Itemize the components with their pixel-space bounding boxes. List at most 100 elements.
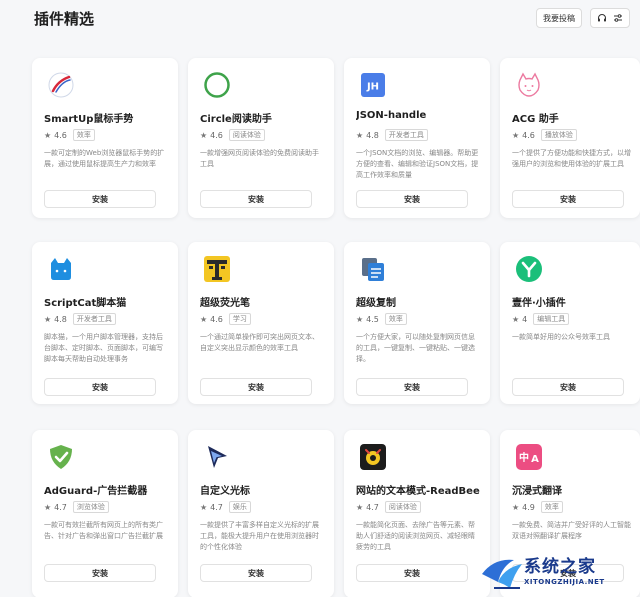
plugin-tag: 阅读体验 — [384, 501, 421, 513]
plugin-description: 一个JSON文档的浏览、编辑器。帮助更方便的查看、编辑和验证JSON文档，提高工… — [356, 149, 479, 179]
install-button[interactable]: 安装 — [44, 378, 156, 396]
plugin-meta: ★ 4.8 开发者工具 — [356, 129, 428, 141]
plugin-description: 一款能简化页面、去除广告等元素、帮助人们舒适的阅读浏览网页、减轻眼睛疲劳的工具 — [356, 521, 475, 551]
plugin-meta: ★ 4.7 阅读体验 — [356, 501, 421, 513]
plugin-description: 一个方便大家，可以随处复制网页信息的工具，一键复制、一键粘贴、一键选择。 — [356, 333, 475, 363]
page-title: 插件精选 — [34, 10, 95, 28]
plugin-card[interactable]: 网站的文本模式-ReadBee ★ 4.7 阅读体验 一款能简化页面、去除广告等… — [344, 430, 490, 597]
star-icon: ★ — [44, 502, 52, 512]
plugin-description: 一款可定制的Web浏览器鼠标手势的扩展，通过使用鼠标提高生产力和效率 — [44, 149, 165, 168]
install-button[interactable]: 安装 — [356, 378, 468, 396]
plugin-meta: ★ 4.6 阅读体验 — [200, 129, 265, 141]
plugin-name: ScriptCat脚本猫 — [44, 298, 127, 309]
cat-outline-icon — [514, 70, 544, 100]
cursor-icon — [202, 442, 232, 472]
smartup-icon — [46, 70, 76, 100]
plugin-tag: 阅读体验 — [228, 129, 265, 141]
plugin-meta: ★ 4.7 娱乐 — [200, 501, 251, 513]
headset-icon[interactable] — [597, 13, 607, 23]
plugin-meta: ★ 4.8 开发者工具 — [44, 313, 116, 325]
plugin-tag: 播放体验 — [540, 129, 577, 141]
plugin-description: 一款增强网页阅读体验的免费阅读助手工具 — [200, 149, 319, 168]
header-icon-group — [590, 8, 630, 28]
translate-icon: 中A — [514, 442, 544, 472]
install-button[interactable]: 安装 — [356, 190, 468, 208]
plugin-name: 网站的文本模式-ReadBee — [356, 486, 480, 497]
watermark-text: 系统之家 XITONGZHIJIA.NET — [524, 552, 605, 586]
plugin-tag: 编辑工具 — [533, 313, 570, 325]
shield-check-icon — [46, 442, 76, 472]
plugin-description: 一款可有效拦截所有网页上的所有类广告、针对广告和弹出窗口广告拦截扩展 — [44, 521, 163, 540]
plugin-card[interactable]: JH JSON-handle ★ 4.8 开发者工具 一个JSON文档的浏览、编… — [344, 58, 490, 218]
plugin-card[interactable]: 自定义光标 ★ 4.7 娱乐 一款提供了丰富多样自定义光标的扩展工具，能极大提升… — [188, 430, 334, 597]
watermark-main: 系统之家 — [524, 557, 596, 577]
star-icon: ★ — [200, 502, 208, 512]
plugin-name: 超级荧光笔 — [200, 298, 250, 309]
star-icon: ★ — [512, 314, 520, 324]
plugin-rating: 4.9 — [522, 502, 535, 512]
highlighter-icon — [202, 254, 232, 284]
plugin-description: 一款免费、简洁并广受好评的人工智能双语对照翻译扩展程序 — [512, 521, 631, 540]
star-icon: ★ — [512, 502, 520, 512]
plugin-name: AdGuard-广告拦截器 — [44, 486, 148, 497]
watermark-logo-icon — [482, 559, 522, 589]
plugin-name: 超级复制 — [356, 298, 396, 309]
star-icon: ★ — [356, 314, 364, 324]
plugin-tag: 浏览体验 — [72, 501, 109, 513]
install-button[interactable]: 安装 — [200, 564, 312, 582]
star-icon: ★ — [512, 130, 520, 140]
plugin-rating: 4.6 — [210, 314, 223, 324]
plugin-description: 一款提供了丰富多样自定义光标的扩展工具，能极大提升用户在使用浏览器时的个性化体验 — [200, 521, 319, 551]
plugin-rating: 4.8 — [54, 314, 67, 324]
plugin-card[interactable]: ACG 助手 ★ 4.6 播放体验 一个提供了方便功能和快捷方式，以增强用户的浏… — [500, 58, 640, 218]
header: 插件精选 我要投稿 — [0, 0, 640, 40]
plugin-rating: 4.7 — [210, 502, 223, 512]
install-button[interactable]: 安装 — [356, 564, 468, 582]
plugin-rating: 4.7 — [54, 502, 67, 512]
plugin-name: 自定义光标 — [200, 486, 250, 497]
plugin-name: JSON-handle — [356, 110, 427, 121]
star-icon: ★ — [356, 130, 364, 140]
plugin-tag: 效率 — [540, 501, 563, 513]
svg-text:中: 中 — [519, 451, 529, 464]
copy-icon — [358, 254, 388, 284]
install-button[interactable]: 安装 — [200, 378, 312, 396]
plugin-card[interactable]: SmartUp鼠标手势 ★ 4.6 效率 一款可定制的Web浏览器鼠标手势的扩展… — [32, 58, 178, 218]
plugin-card[interactable]: AdGuard-广告拦截器 ★ 4.7 浏览体验 一款可有效拦截所有网页上的所有… — [32, 430, 178, 597]
readbee-icon — [358, 442, 388, 472]
plugin-rating: 4.6 — [522, 130, 535, 140]
plugin-card[interactable]: 壹伴·小插件 ★ 4 编辑工具 一款简单好用的公众号效率工具 安装 — [500, 242, 640, 404]
plugin-card[interactable]: ScriptCat脚本猫 ★ 4.8 开发者工具 脚本猫，一个用户脚本管理器，支… — [32, 242, 178, 404]
plugin-meta: ★ 4.7 浏览体验 — [44, 501, 109, 513]
settings-sliders-icon[interactable] — [613, 13, 623, 23]
plugin-tag: 学习 — [228, 313, 251, 325]
star-icon: ★ — [356, 502, 364, 512]
submit-plugin-button[interactable]: 我要投稿 — [536, 8, 582, 28]
plugin-card[interactable]: Circle阅读助手 ★ 4.6 阅读体验 一款增强网页阅读体验的免费阅读助手工… — [188, 58, 334, 218]
install-button[interactable]: 安装 — [512, 378, 624, 396]
plugin-card[interactable]: 超级复制 ★ 4.5 效率 一个方便大家，可以随处复制网页信息的工具，一键复制、… — [344, 242, 490, 404]
plugin-tag: 开发者工具 — [72, 313, 116, 325]
plugin-rating: 4 — [522, 314, 528, 324]
install-button[interactable]: 安装 — [44, 564, 156, 582]
plugin-meta: ★ 4.5 效率 — [356, 313, 407, 325]
plugin-name: 壹伴·小插件 — [512, 298, 566, 309]
star-icon: ★ — [44, 314, 52, 324]
plugin-rating: 4.8 — [366, 130, 379, 140]
plugin-name: Circle阅读助手 — [200, 114, 272, 125]
star-icon: ★ — [200, 314, 208, 324]
svg-text:A: A — [531, 454, 539, 465]
plugin-tag: 效率 — [384, 313, 407, 325]
install-button[interactable]: 安装 — [512, 190, 624, 208]
install-button[interactable]: 安装 — [200, 190, 312, 208]
plugin-meta: ★ 4.6 播放体验 — [512, 129, 577, 141]
plugin-description: 脚本猫，一个用户脚本管理器，支持后台脚本、定时脚本、页面脚本，可编写脚本每天帮助… — [44, 333, 163, 363]
plugin-card[interactable]: 超级荧光笔 ★ 4.6 学习 一个通过简单操作即可突出网页文本、自定义突出显示颜… — [188, 242, 334, 404]
plugin-rating: 4.6 — [210, 130, 223, 140]
install-button[interactable]: 安装 — [44, 190, 156, 208]
star-icon: ★ — [44, 130, 52, 140]
plugin-name: 沉浸式翻译 — [512, 486, 562, 497]
star-icon: ★ — [200, 130, 208, 140]
plugin-description: 一个通过简单操作即可突出网页文本、自定义突出显示颜色的效率工具 — [200, 333, 319, 352]
yiban-icon — [514, 254, 544, 284]
